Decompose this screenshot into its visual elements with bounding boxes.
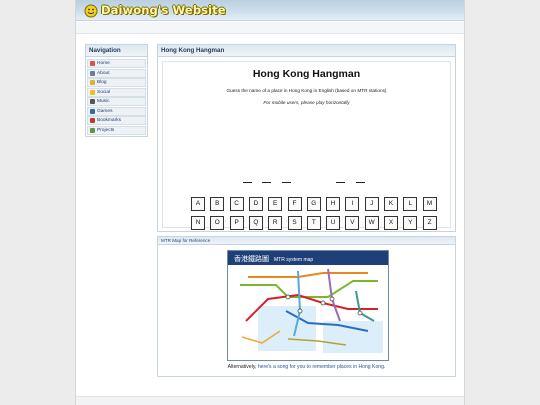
nav-item-projects[interactable]: Projects xyxy=(87,125,146,135)
nav-item-label: Music xyxy=(97,99,110,104)
nav-item-bookmarks[interactable]: Bookmarks xyxy=(87,116,146,125)
key-u[interactable]: U xyxy=(326,216,341,230)
navigation-panel: Navigation Home About Blog Social Music Games… xyxy=(85,44,148,137)
key-q[interactable]: Q xyxy=(248,216,263,230)
nav-item-label: Social xyxy=(97,89,111,95)
key-i[interactable]: I xyxy=(345,197,360,211)
footer-strip xyxy=(76,396,464,405)
smiley-logo-icon xyxy=(84,4,98,18)
game-title: Hong Kong Hangman xyxy=(252,68,361,80)
smiley-icon xyxy=(90,89,95,95)
word-blanks xyxy=(243,182,393,188)
key-d[interactable]: D xyxy=(248,197,263,211)
letter-blank xyxy=(336,182,345,183)
key-y[interactable]: Y xyxy=(403,216,418,230)
letter-blank xyxy=(243,182,252,183)
nav-item-home[interactable]: Home xyxy=(87,59,146,68)
key-h[interactable]: H xyxy=(326,197,341,211)
key-m[interactable]: M xyxy=(422,197,437,211)
mtr-map-panel: MTR Map for Reference 香港鐵路圖 MTR system m… xyxy=(157,236,456,377)
globe-icon xyxy=(90,108,95,114)
map-caption-prefix: Alternatively, xyxy=(227,364,258,370)
nav-item-label: Projects xyxy=(97,127,115,133)
navigation-list: Home About Blog Social Music Games Bookmarks Pr… xyxy=(86,57,147,136)
letter-blank xyxy=(356,182,365,183)
nav-item-label: Bookmarks xyxy=(97,118,121,123)
mtr-map-heading: MTR Map for Reference xyxy=(158,237,455,245)
game-instructions: Guess the name of a place in Hong Kong i… xyxy=(226,88,387,93)
projects-icon xyxy=(90,127,95,133)
key-z[interactable]: Z xyxy=(422,216,437,230)
map-caption: Alternatively, here's a song for you to … xyxy=(158,364,455,370)
letter-blank xyxy=(282,182,291,183)
key-l[interactable]: L xyxy=(403,197,418,211)
speaker-icon xyxy=(90,99,95,104)
key-s[interactable]: S xyxy=(287,216,302,230)
key-e[interactable]: E xyxy=(268,197,283,211)
letter-blank xyxy=(262,182,271,183)
key-k[interactable]: K xyxy=(384,197,398,211)
key-x[interactable]: X xyxy=(384,216,398,230)
key-p[interactable]: P xyxy=(229,216,244,230)
page-container: Daiwong's Website Navigation Home About Bl… xyxy=(75,0,465,405)
key-t[interactable]: T xyxy=(306,216,321,230)
notepad-icon xyxy=(90,80,95,85)
key-g[interactable]: G xyxy=(306,197,321,211)
key-w[interactable]: W xyxy=(364,216,379,230)
key-f[interactable]: F xyxy=(287,197,302,211)
mtr-map-graphic: 香港鐵路圖 MTR system map xyxy=(228,251,388,360)
nav-item-blog[interactable]: Blog xyxy=(87,78,146,87)
key-o[interactable]: O xyxy=(210,216,225,230)
map-caption-suffix: . xyxy=(383,364,386,370)
hangman-panel-heading: Hong Kong Hangman xyxy=(158,45,455,57)
nav-item-about[interactable]: About xyxy=(87,68,146,78)
hangman-game-area: Hong Kong Hangman Guess the name of a pl… xyxy=(162,61,451,230)
key-v[interactable]: V xyxy=(345,216,360,230)
key-j[interactable]: J xyxy=(364,197,379,211)
nav-item-label: Games xyxy=(97,108,113,114)
mobile-note: For mobile users, please play horizontal… xyxy=(263,100,350,105)
nav-item-label: Home xyxy=(97,61,110,66)
key-c[interactable]: C xyxy=(229,197,244,211)
site-banner: Daiwong's Website xyxy=(76,0,464,21)
map-title-en: MTR system map xyxy=(274,257,313,263)
nav-item-label: About xyxy=(97,70,110,76)
map-title-cn: 香港鐵路圖 xyxy=(234,254,269,263)
info-icon xyxy=(90,70,95,76)
home-icon xyxy=(90,61,95,66)
header-divider xyxy=(76,22,464,34)
nav-item-social[interactable]: Social xyxy=(87,87,146,97)
key-b[interactable]: B xyxy=(210,197,225,211)
site-title[interactable]: Daiwong's Website xyxy=(101,3,226,17)
bookmark-icon xyxy=(90,118,95,123)
nav-item-games[interactable]: Games xyxy=(87,106,146,116)
key-r[interactable]: R xyxy=(268,216,283,230)
key-n[interactable]: N xyxy=(191,216,205,230)
nav-item-label: Blog xyxy=(97,80,107,85)
key-a[interactable]: A xyxy=(191,197,205,211)
mtr-map-image[interactable]: 香港鐵路圖 MTR system map xyxy=(227,250,389,361)
navigation-heading: Navigation xyxy=(86,45,147,57)
nav-item-music[interactable]: Music xyxy=(87,97,146,106)
song-link[interactable]: here's a song for you to remember places… xyxy=(258,364,384,370)
hangman-panel: Hong Kong Hangman Hong Kong Hangman Gues… xyxy=(157,44,456,232)
